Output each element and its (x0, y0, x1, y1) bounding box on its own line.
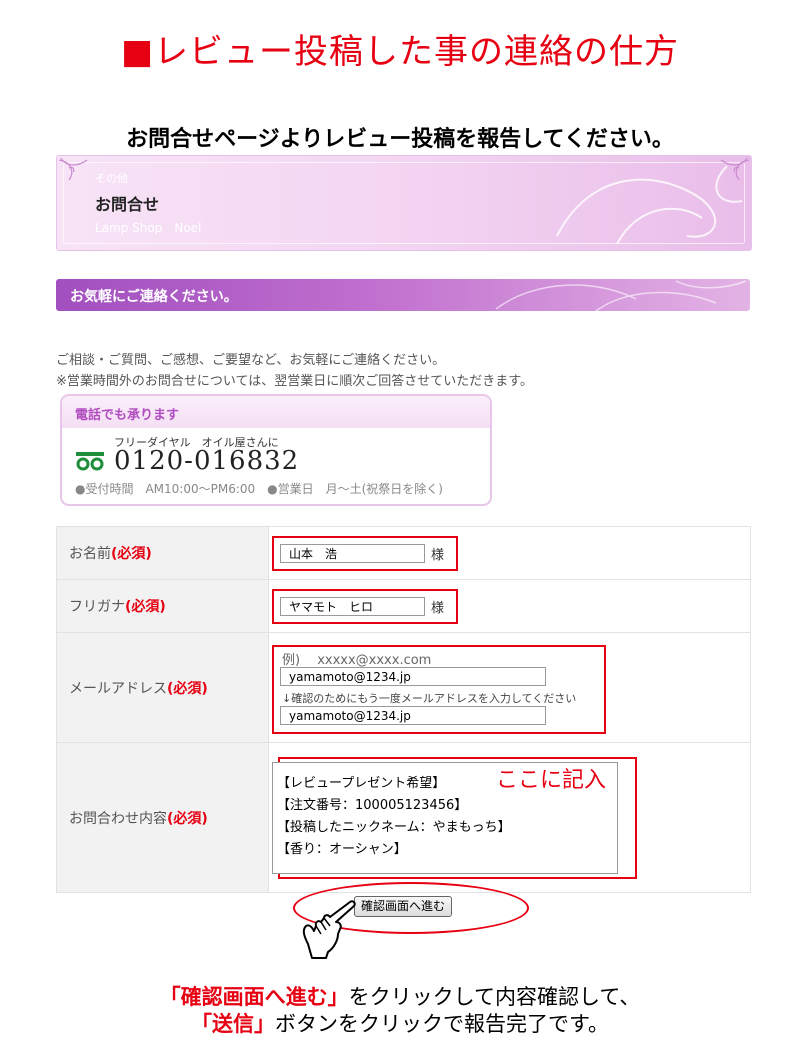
intro-text: ご相談・ご質問、ご感想、ご要望など、お気軽にご連絡ください。 ※営業時間外のお問… (56, 350, 533, 392)
swirl-decoration (556, 165, 743, 245)
write-here-annotation: ここに記入 (496, 768, 607, 793)
free-dial-icon (76, 452, 104, 471)
intro-line: ご相談・ご質問、ご感想、ご要望など、お気軽にご連絡ください。 (56, 353, 446, 368)
contact-page-banner: その他 お問合せ Lamp Shop Noel (56, 155, 752, 251)
field-label: お名前(必須) (56, 526, 269, 580)
honorific-suffix: 様 (431, 548, 445, 563)
phone-number: 0120-016832 (114, 446, 300, 476)
furigana-input[interactable]: ヤマモト ヒロ (280, 597, 425, 616)
phone-contact-box: 電話でも承ります フリーダイヤル オイル屋さんに 0120-016832 ●受付… (60, 394, 492, 506)
form-row-email: メールアドレス(必須) 例) xxxxx@xxxx.com yamamoto@1… (56, 632, 751, 743)
footer-line-1: 「確認画面へ進む」をクリックして内容確認して、 (159, 985, 641, 1009)
email-example: 例) xxxxx@xxxx.com (282, 653, 432, 668)
instruction-heading: お問合せページよりレビュー投稿を報告してください。 (126, 127, 674, 152)
field-label: フリガナ(必須) (56, 579, 269, 633)
textarea-line: 【香り：オーシャン】 (277, 842, 407, 857)
footer-emphasis: 「送信」 (191, 1012, 276, 1036)
name-input[interactable]: 山本 浩 (280, 544, 425, 563)
banner-shop-name: Lamp Shop Noel (95, 221, 202, 235)
swirl-decoration (495, 280, 747, 311)
form-row-name: お名前(必須) 山本 浩 様 (56, 526, 751, 580)
email-input[interactable]: yamamoto@1234.jp (280, 667, 546, 686)
footer-emphasis: 「確認画面へ進む」 (159, 985, 349, 1009)
phone-box-title: 電話でも承ります (75, 408, 180, 423)
banner-category: その他 (95, 172, 128, 185)
form-row-furigana: フリガナ(必須) ヤマモト ヒロ 様 (56, 579, 751, 633)
textarea-line: 【投稿したニックネーム：やまもっち】 (277, 820, 511, 835)
phone-box-header: 電話でも承ります (62, 396, 490, 428)
footer-line-2: 「送信」ボタンをクリックで報告完了です。 (191, 1012, 609, 1036)
honorific-suffix: 様 (431, 601, 445, 616)
email-confirm-hint: ↓確認のためにもう一度メールアドレスを入力してください (282, 692, 577, 705)
required-mark: (必須) (111, 546, 152, 562)
banner-heading: お問合せ (95, 195, 160, 214)
required-mark: (必須) (125, 599, 166, 615)
field-label: お問合わせ内容(必須) (56, 742, 269, 893)
section-bar: お気軽にご連絡ください。 (56, 279, 750, 311)
confirm-button[interactable]: 確認画面へ進む (354, 896, 452, 917)
required-mark: (必須) (167, 810, 208, 827)
textarea-line: 【注文番号：100005123456】 (277, 798, 468, 813)
email-confirm-input[interactable]: yamamoto@1234.jp (280, 706, 546, 725)
section-bar-label: お気軽にご連絡ください。 (70, 289, 238, 305)
pointing-hand-icon (302, 900, 356, 959)
intro-line: ※営業時間外のお問合せについては、翌営業日に順次ご回答させていただきます。 (56, 374, 533, 389)
business-hours: ●受付時間 AM10:00〜PM6:00 ●営業日 月〜土(祝祭日を除く) (75, 482, 443, 496)
page-title: ■レビュー投稿した事の連絡の仕方 (120, 32, 680, 72)
required-mark: (必須) (167, 680, 208, 697)
field-label: メールアドレス(必須) (56, 632, 269, 743)
